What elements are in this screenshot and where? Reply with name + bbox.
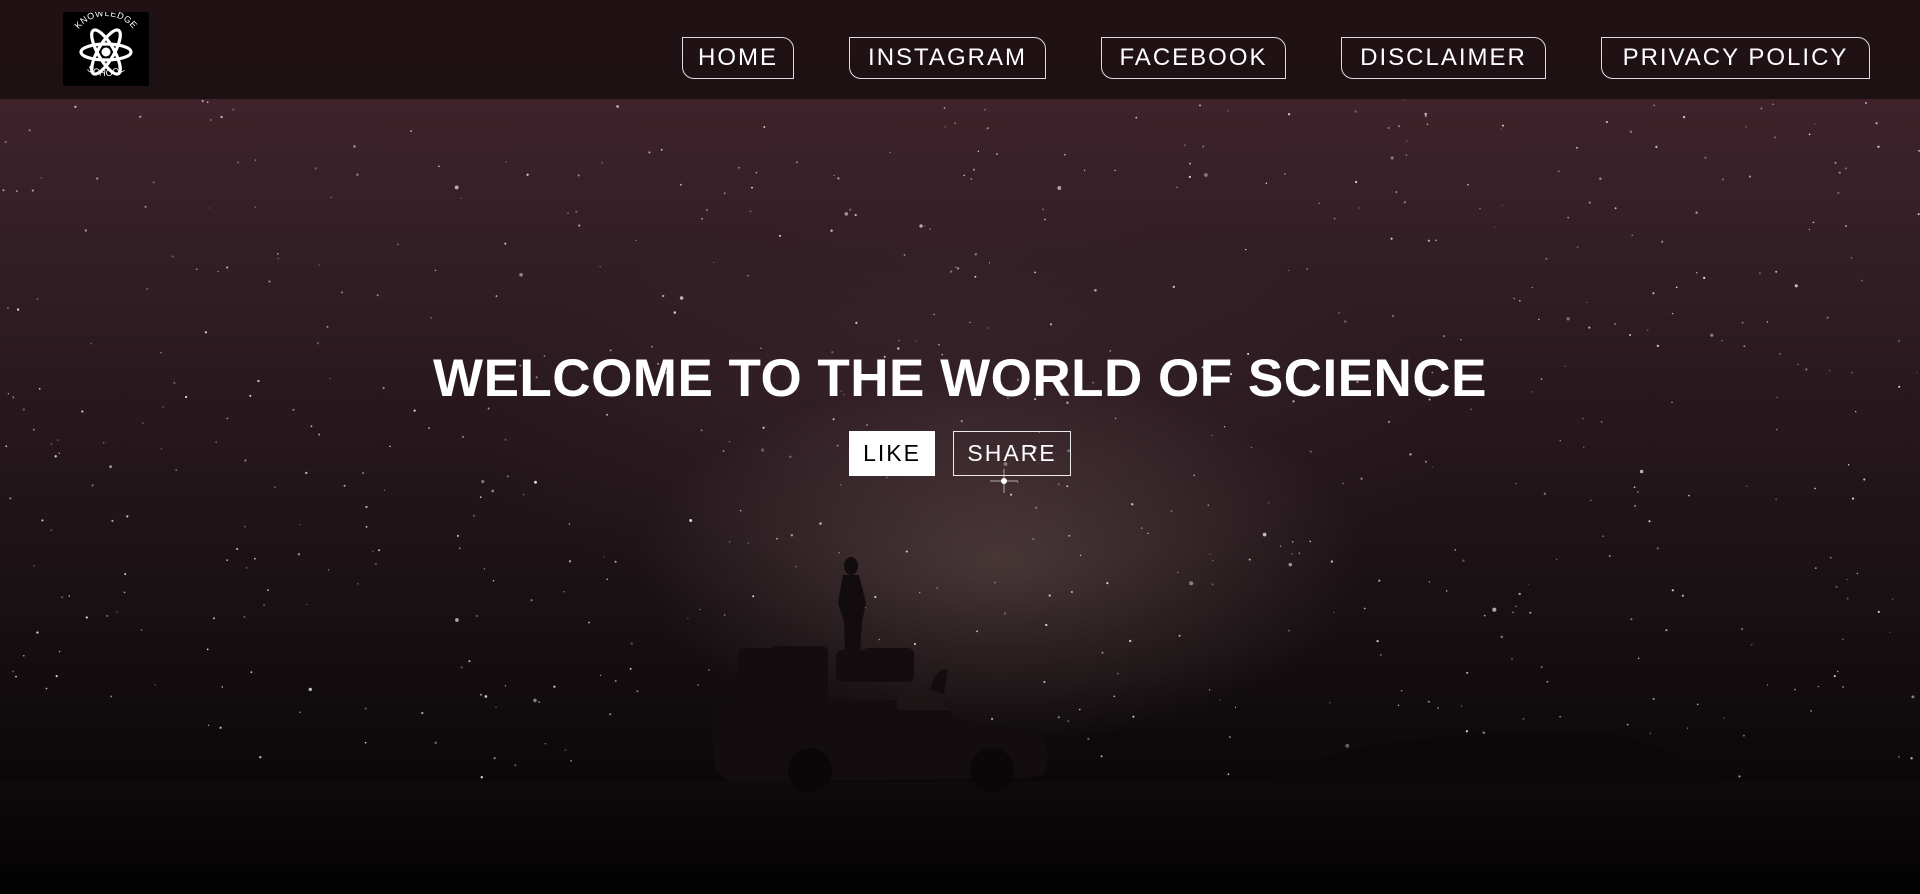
share-button[interactable]: SHARE [953, 431, 1071, 476]
svg-text:KNOWLEDGE: KNOWLEDGE [73, 12, 140, 31]
site-header: KNOWLEDGE SCHOOL HOME INSTAGRAM FACEBOOK… [0, 0, 1920, 99]
nav-disclaimer-link[interactable]: DISCLAIMER [1341, 37, 1546, 79]
like-button[interactable]: LIKE [849, 431, 935, 476]
nav-instagram-link[interactable]: INSTAGRAM [849, 37, 1046, 79]
hero-title: WELCOME TO THE WORLD OF SCIENCE [433, 349, 1487, 408]
site-logo[interactable]: KNOWLEDGE SCHOOL [63, 12, 149, 86]
nav-facebook-link[interactable]: FACEBOOK [1101, 37, 1286, 79]
nav-home-link[interactable]: HOME [682, 37, 794, 79]
logo-top-text: KNOWLEDGE [73, 12, 139, 31]
atom-icon: KNOWLEDGE SCHOOL [73, 12, 140, 78]
nav-privacy-policy-link[interactable]: PRIVACY POLICY [1601, 37, 1870, 79]
